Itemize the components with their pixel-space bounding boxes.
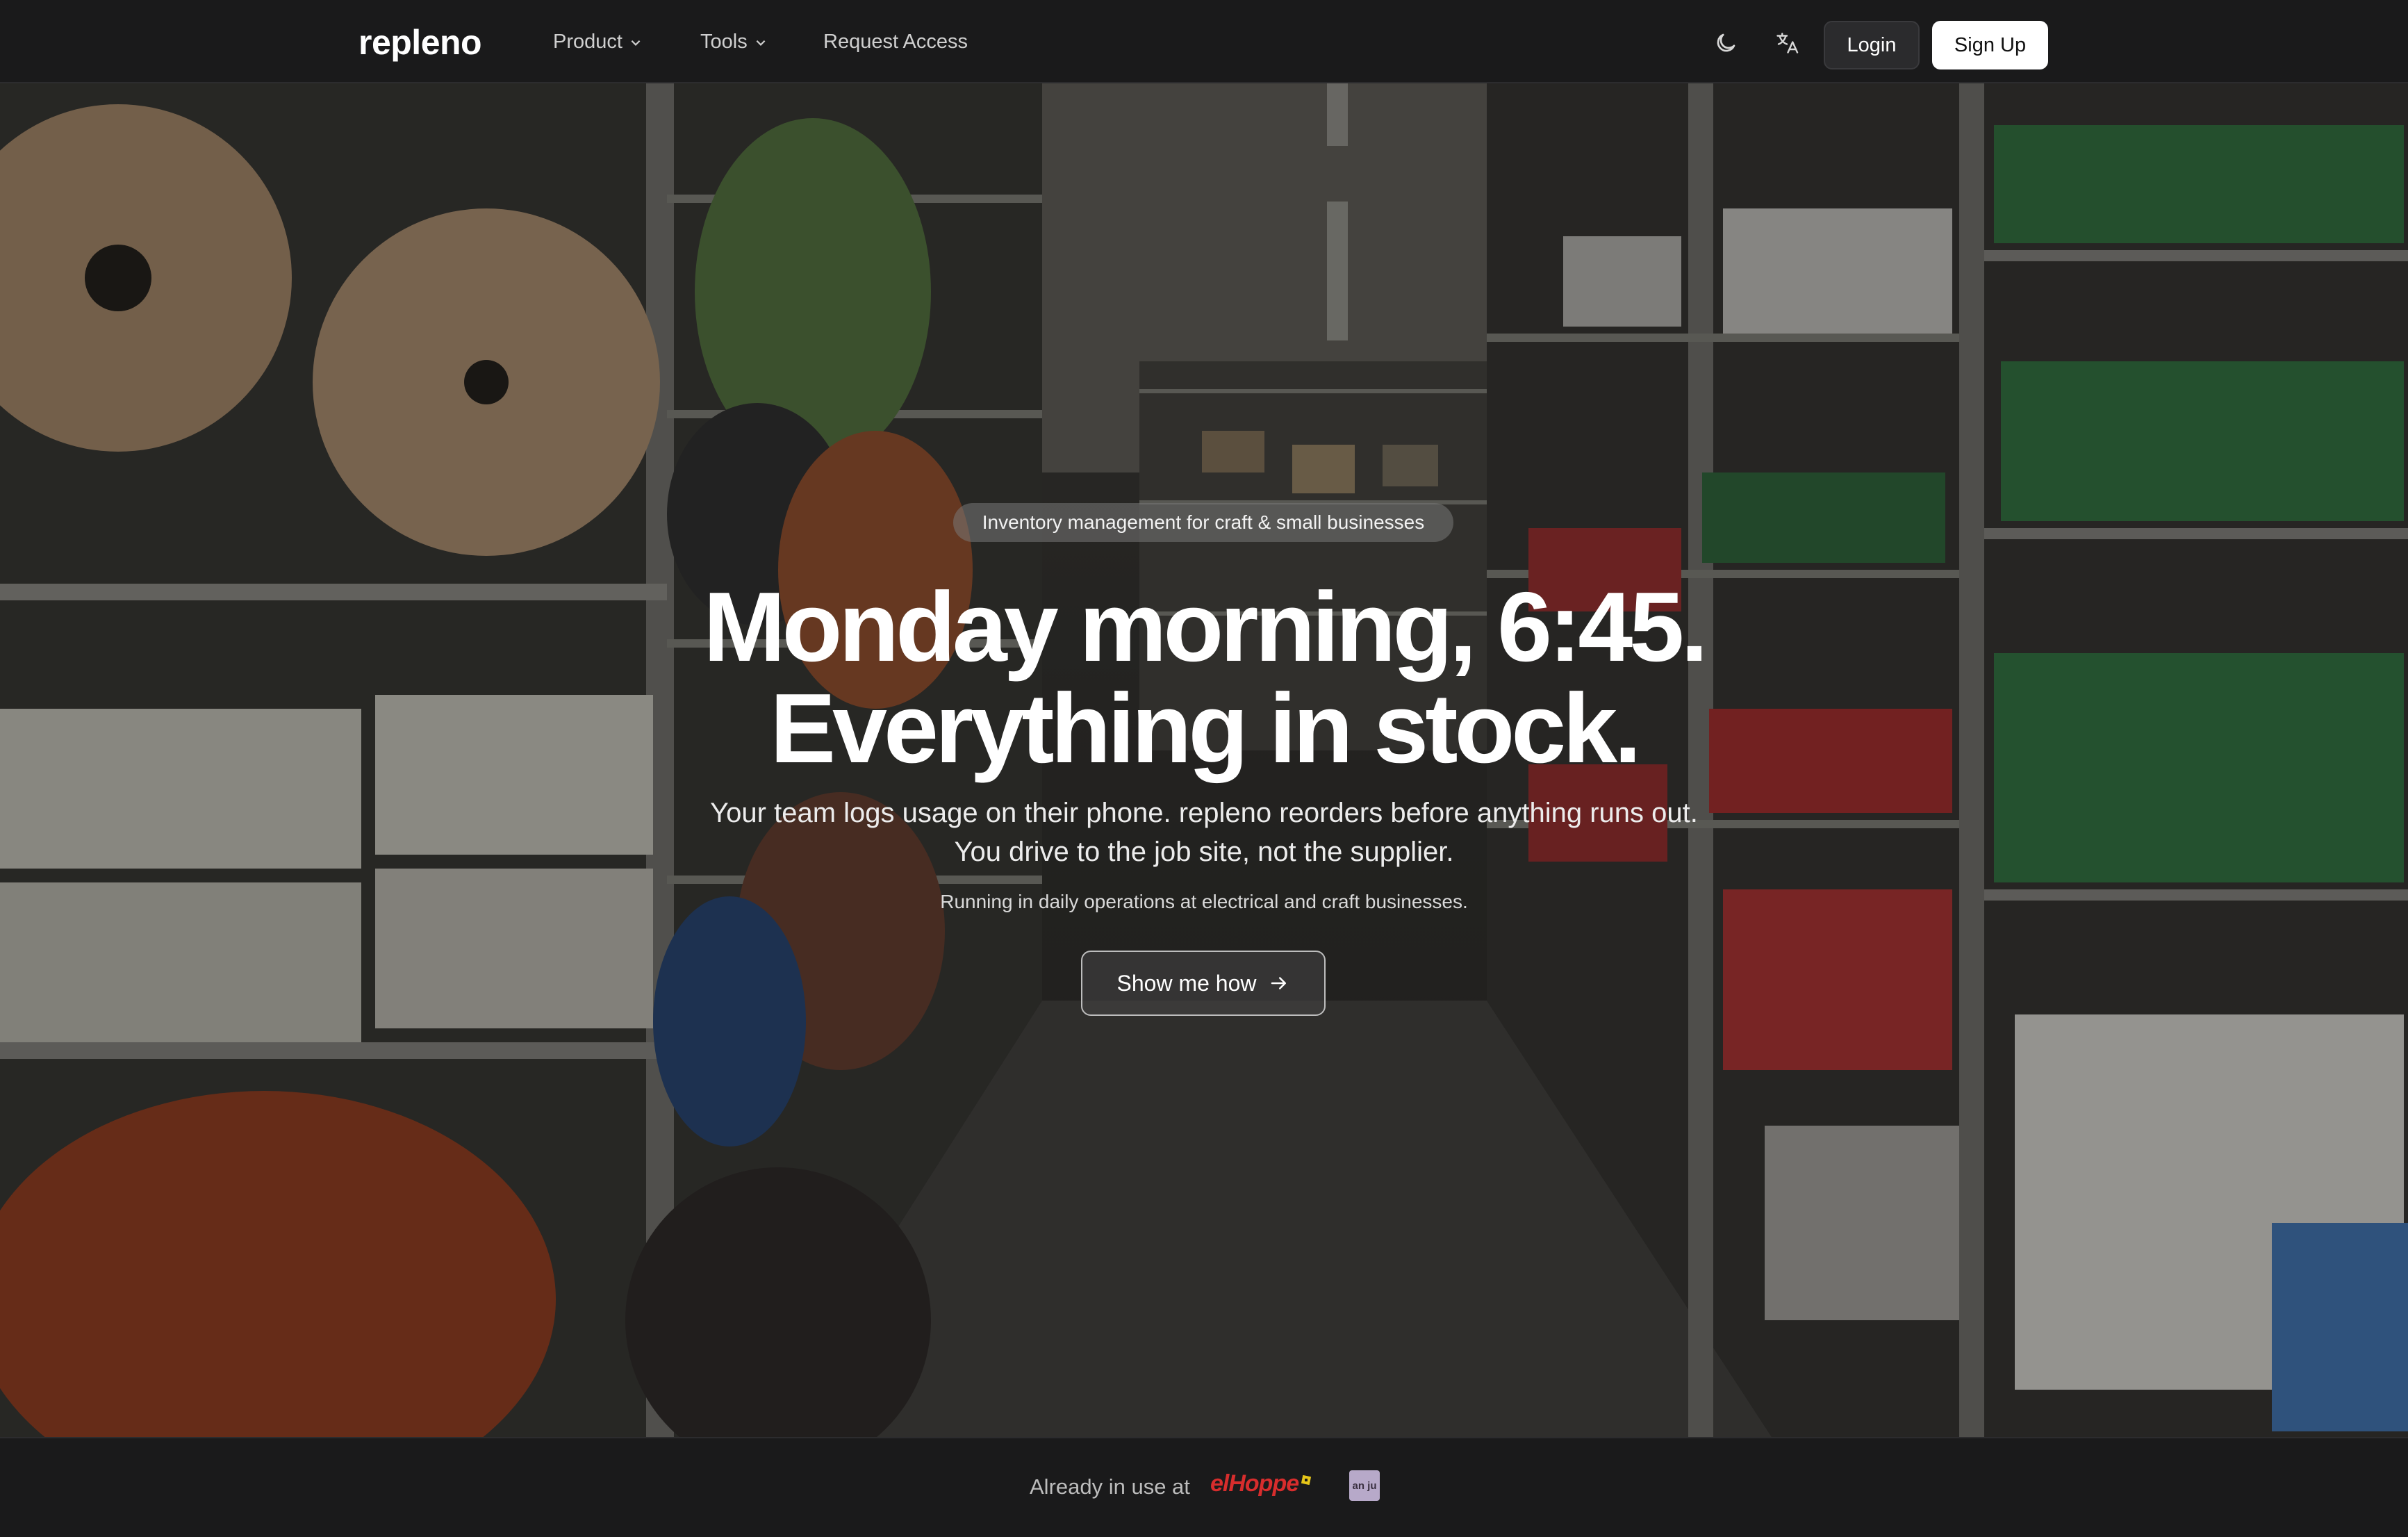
translate-icon bbox=[1776, 33, 1799, 54]
nav-product[interactable]: Product bbox=[553, 31, 642, 54]
hero-badge: Inventory management for craft & small b… bbox=[953, 503, 1453, 542]
nav-product-label: Product bbox=[553, 31, 622, 53]
social-proof-bar: Already in use at elHoppe an ju bbox=[0, 1437, 2408, 1537]
anju-logo: an ju bbox=[1349, 1470, 1380, 1501]
arrow-right-icon bbox=[1271, 977, 1287, 989]
show-me-how-label: Show me how bbox=[1116, 970, 1257, 996]
elhoppe-logo: elHoppe bbox=[1210, 1470, 1299, 1497]
chevron-down-icon bbox=[631, 40, 641, 46]
theme-toggle-button[interactable] bbox=[1712, 29, 1740, 57]
yellow-mark-logo bbox=[1301, 1474, 1312, 1486]
signup-button[interactable]: Sign Up bbox=[1932, 21, 2048, 69]
nav-tools[interactable]: Tools bbox=[700, 31, 767, 54]
hero-headline-line2: Everything in stock. bbox=[770, 673, 1641, 784]
nav-request-access[interactable]: Request Access bbox=[823, 31, 968, 54]
login-button[interactable]: Login bbox=[1824, 21, 1920, 69]
chevron-down-icon bbox=[756, 40, 766, 46]
nav-request-access-label: Request Access bbox=[823, 31, 968, 53]
hero-headline-line1: Monday morning, 6:45. bbox=[703, 572, 1708, 682]
language-button[interactable] bbox=[1773, 29, 1801, 57]
brand-logo[interactable]: repleno bbox=[358, 22, 482, 63]
social-proof-label: Already in use at bbox=[1030, 1474, 1190, 1499]
hero-note: Running in daily operations at electrica… bbox=[940, 891, 1468, 912]
hero-subtitle-line2: You drive to the job site, not the suppl… bbox=[954, 837, 1454, 867]
hero-subtitle-line1: Your team logs usage on their phone. rep… bbox=[710, 798, 1698, 828]
nav-tools-label: Tools bbox=[700, 31, 748, 53]
show-me-how-button[interactable]: Show me how bbox=[1081, 951, 1326, 1016]
top-navbar: repleno Product Tools Request Access Log… bbox=[0, 0, 2408, 83]
moon-icon bbox=[1717, 33, 1735, 52]
hero-section: Inventory management for craft & small b… bbox=[0, 83, 2408, 1437]
